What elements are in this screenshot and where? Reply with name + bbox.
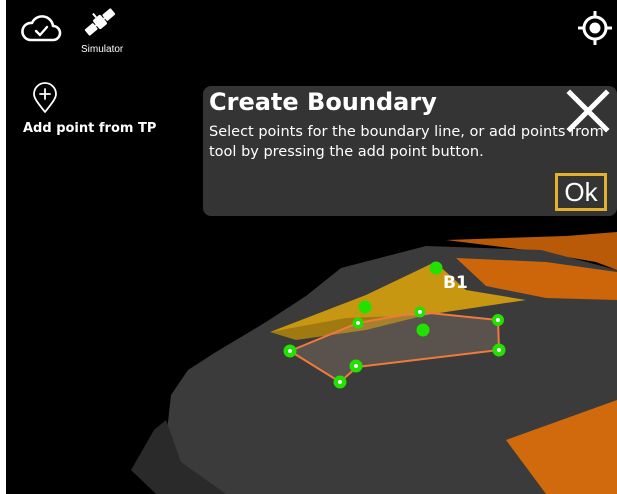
close-button[interactable] [565,88,611,134]
add-point-label: Add point from TP [23,121,157,136]
dialog-title: Create Boundary [209,88,437,116]
cloud-sync-button[interactable] [20,10,62,44]
boundary-label: B1 [443,273,468,293]
simulator-button[interactable] [82,4,118,40]
close-icon [566,89,610,133]
dialog-message: Select points for the boundary line, or … [209,124,604,160]
locate-button[interactable] [577,10,613,46]
location-target-icon [578,11,612,45]
satellite-icon [84,8,116,36]
cloud-check-icon [21,15,62,42]
simulator-label: Simulator [81,44,124,55]
add-point-button[interactable] [32,82,58,114]
terrain-scene[interactable] [6,0,617,494]
ok-button[interactable]: Ok [555,173,607,211]
app-window: B1 Simulator Add point from TP Create Bo… [0,0,617,494]
boundary-point[interactable] [416,323,430,337]
boundary-point[interactable] [429,261,443,275]
create-boundary-dialog: Create Boundary Select points for the bo… [203,86,617,216]
boundary-point[interactable] [358,300,372,314]
3d-viewport[interactable]: B1 Simulator Add point from TP Create Bo… [6,0,617,494]
map-pin-plus-icon [33,82,57,113]
